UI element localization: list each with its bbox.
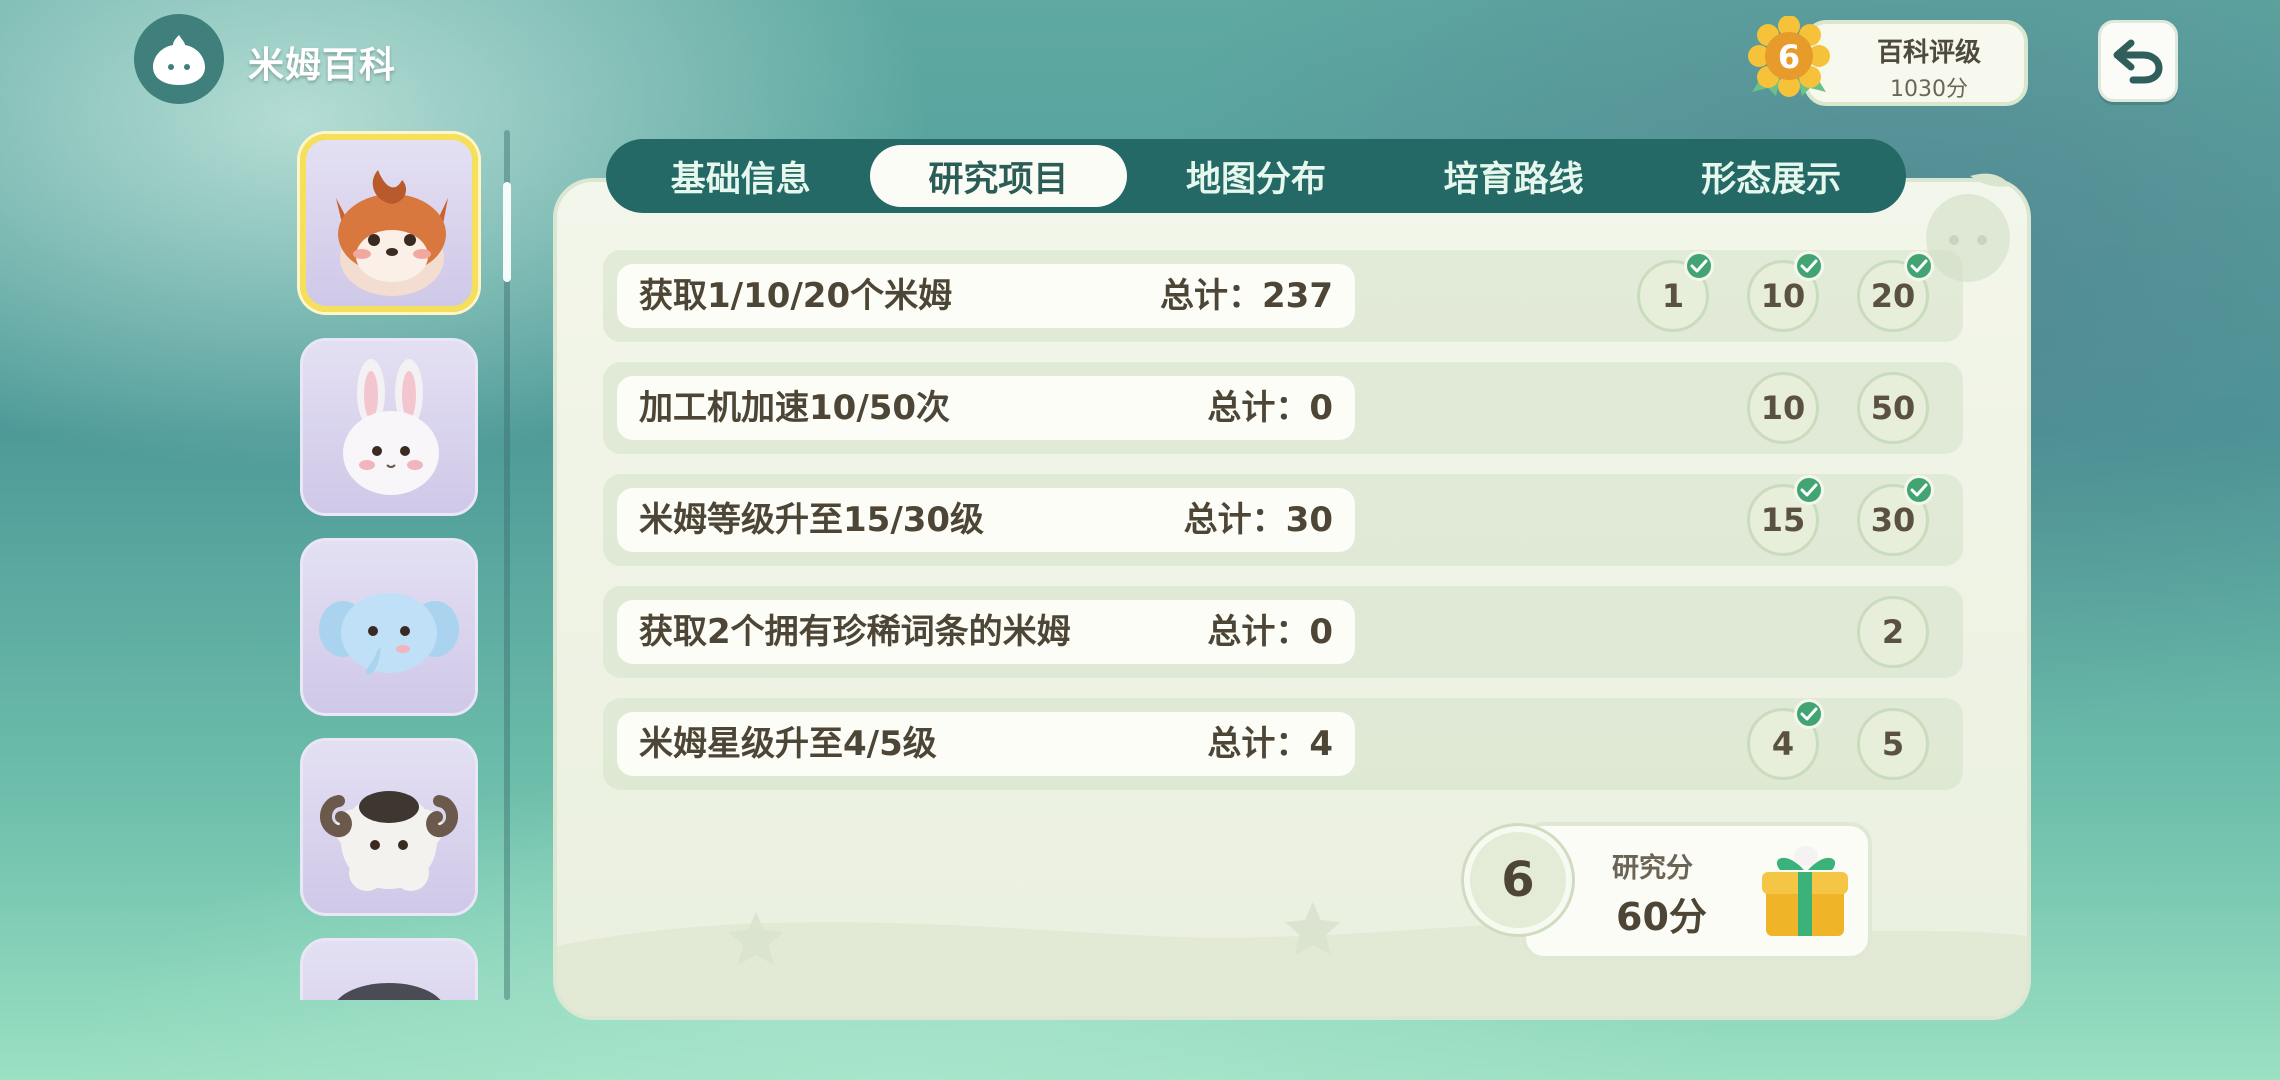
dark-slime-icon — [337, 983, 441, 1000]
elephant-slime-icon — [319, 593, 459, 675]
encyclopedia-rating[interactable]: 百科评级 1030分 — [1804, 20, 2028, 106]
milestone-value: 2 — [1881, 613, 1905, 651]
slime-list[interactable] — [296, 130, 486, 1000]
task-row: 获取1/10/20个米姆 总计：237 1 10 20 — [603, 250, 1963, 342]
rating-score: 1030分 — [1890, 77, 1968, 102]
check-icon — [1794, 475, 1824, 505]
tab-breeding-route[interactable]: 培育路线 — [1385, 145, 1643, 207]
back-arrow-icon — [2113, 39, 2163, 84]
task-name: 米姆等级升至15/30级 — [639, 500, 985, 540]
rating-level-badge: 6 — [1748, 15, 1830, 98]
task-label: 米姆星级升至4/5级 总计：4 — [617, 712, 1355, 776]
tab-form-display[interactable]: 形态展示 — [1642, 145, 1900, 207]
fox-slime-icon — [336, 170, 448, 296]
task-name: 获取2个拥有珍稀词条的米姆 — [639, 612, 1071, 652]
check-icon — [1794, 699, 1824, 729]
task-name: 获取1/10/20个米姆 — [639, 276, 953, 316]
check-icon — [1904, 251, 1934, 281]
milestone-value: 15 — [1760, 501, 1806, 539]
rabbit-slime-icon — [343, 359, 439, 495]
milestone-badge[interactable]: 10 — [1747, 372, 1819, 444]
task-total: 总计：0 — [1207, 612, 1333, 652]
milestone-badge[interactable]: 2 — [1857, 596, 1929, 668]
research-score-value: 60分 — [1616, 895, 1707, 939]
slime-face-icon — [153, 35, 205, 85]
milestone-badge[interactable]: 1 — [1637, 251, 1714, 332]
milestone-value: 20 — [1870, 277, 1916, 315]
task-row: 米姆等级升至15/30级 总计：30 15 30 — [603, 474, 1963, 566]
task-label: 米姆等级升至15/30级 总计：30 — [617, 488, 1355, 552]
rating-level: 6 — [1778, 38, 1800, 76]
task-name: 米姆星级升至4/5级 — [639, 724, 937, 764]
check-icon — [1794, 251, 1824, 281]
app-title: 米姆百科 — [248, 45, 397, 86]
milestone-badge[interactable]: 30 — [1857, 475, 1934, 556]
task-label: 获取2个拥有珍稀词条的米姆 总计：0 — [617, 600, 1355, 664]
milestone-badge[interactable]: 20 — [1857, 251, 1934, 332]
task-label: 加工机加速10/50次 总计：0 — [617, 376, 1355, 440]
slime-card-fox[interactable] — [300, 134, 478, 312]
slime-card-sheep[interactable] — [300, 738, 478, 916]
milestone-value: 5 — [1881, 725, 1905, 763]
research-level-badge: 6 — [1464, 826, 1572, 934]
task-total: 总计：30 — [1183, 500, 1333, 540]
task-name: 加工机加速10/50次 — [639, 388, 951, 428]
slime-card-elephant[interactable] — [300, 538, 478, 716]
milestone-value: 50 — [1870, 389, 1916, 427]
research-level: 6 — [1501, 852, 1535, 908]
task-total: 总计：0 — [1207, 388, 1333, 428]
task-row: 加工机加速10/50次 总计：0 10 50 — [603, 362, 1963, 454]
milestone-value: 30 — [1870, 501, 1916, 539]
milestone-value: 4 — [1771, 725, 1795, 763]
tab-research-projects[interactable]: 研究项目 — [869, 145, 1128, 207]
task-label: 获取1/10/20个米姆 总计：237 — [617, 264, 1355, 328]
milestone-badge[interactable]: 10 — [1747, 251, 1824, 332]
sunflower-badge-icon: 6 — [1748, 15, 1830, 97]
task-total: 总计：237 — [1160, 276, 1333, 316]
research-score-label: 研究分 — [1612, 853, 1693, 884]
tab-map-distribution[interactable]: 地图分布 — [1127, 145, 1385, 207]
milestone-value: 1 — [1661, 277, 1685, 315]
check-icon — [1904, 475, 1934, 505]
milestone-value: 10 — [1760, 389, 1806, 427]
slime-card-rabbit[interactable] — [300, 338, 478, 516]
back-button[interactable] — [2098, 20, 2178, 102]
milestone-badge[interactable]: 15 — [1747, 475, 1824, 556]
milestone-badge[interactable]: 5 — [1857, 708, 1929, 780]
task-total: 总计：4 — [1207, 724, 1333, 764]
milestone-value: 10 — [1760, 277, 1806, 315]
milestone-badge[interactable]: 4 — [1747, 699, 1824, 780]
sidebar-scrollbar-thumb[interactable] — [503, 182, 511, 282]
milestone-badge[interactable]: 50 — [1857, 372, 1929, 444]
gift-box-icon[interactable] — [1756, 840, 1852, 940]
rating-title: 百科评级 — [1876, 38, 1981, 68]
slime-card-dark[interactable] — [300, 938, 478, 1000]
task-row: 米姆星级升至4/5级 总计：4 4 5 — [603, 698, 1963, 790]
tab-basic-info[interactable]: 基础信息 — [612, 145, 870, 207]
tab-bar: 基础信息 研究项目 地图分布 培育路线 形态展示 — [606, 139, 1906, 213]
sheep-slime-icon — [320, 791, 458, 891]
task-row: 获取2个拥有珍稀词条的米姆 总计：0 2 — [603, 586, 1963, 678]
check-icon — [1684, 251, 1714, 281]
app-logo — [134, 14, 224, 104]
